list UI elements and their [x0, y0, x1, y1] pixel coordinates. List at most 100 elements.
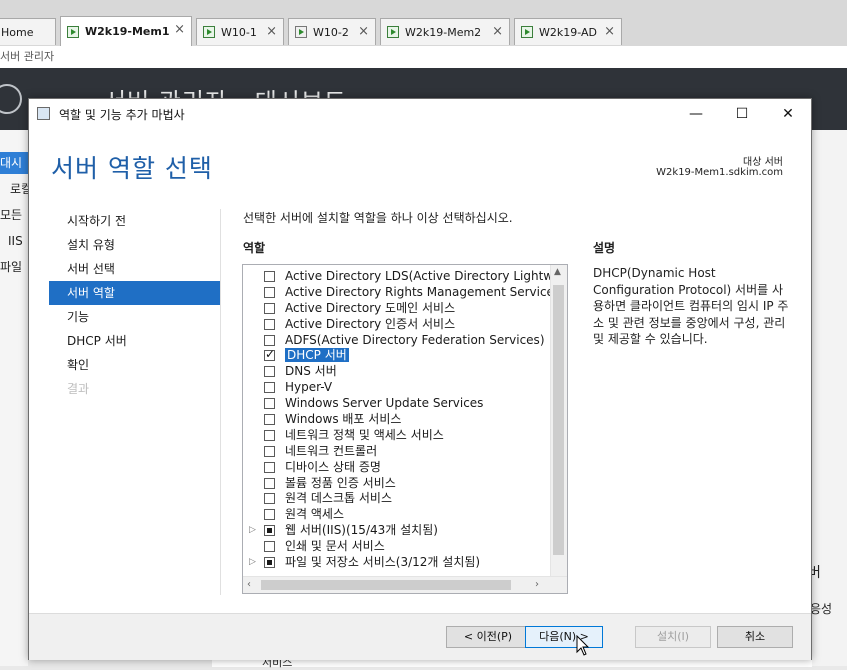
host-sidebar-label: IIS	[8, 234, 23, 248]
role-checkbox[interactable]	[264, 557, 275, 569]
step-installation-type[interactable]: 설치 유형	[49, 233, 221, 257]
scroll-thumb[interactable]	[553, 285, 564, 555]
roles-list[interactable]: Active Directory LDS(Active Directory Li…	[242, 264, 568, 594]
role-label: 네트워크 컨트롤러	[285, 443, 378, 458]
destination-server-label: 대상 서버	[743, 157, 783, 168]
role-checkbox[interactable]	[264, 414, 275, 426]
role-item[interactable]: Windows Server Update Services	[243, 396, 553, 412]
install-button: 설치(I)	[635, 626, 711, 648]
scroll-thumb[interactable]	[261, 580, 511, 590]
scroll-right-icon[interactable]: ›	[535, 579, 539, 590]
tab-label: W10-2	[313, 25, 349, 39]
host-sidebar-label: 대시	[0, 156, 23, 170]
role-item[interactable]: Active Directory LDS(Active Directory Li…	[243, 269, 553, 285]
mouse-cursor-icon	[576, 635, 590, 656]
maximize-button[interactable]: ☐	[719, 99, 765, 129]
role-checkbox[interactable]	[264, 477, 275, 489]
steps-divider	[220, 209, 221, 595]
role-item[interactable]: 인쇄 및 문서 서비스	[243, 539, 553, 555]
vm-running-icon	[521, 26, 533, 38]
previous-button[interactable]: < 이전(P)	[446, 626, 530, 648]
expand-arrow-icon[interactable]: ▷	[249, 523, 256, 539]
role-label: 원격 데스크톱 서비스	[285, 491, 392, 506]
role-item[interactable]: Windows 배포 서비스	[243, 412, 553, 428]
role-checkbox[interactable]	[264, 286, 275, 298]
role-item[interactable]: DNS 서버	[243, 364, 553, 380]
add-roles-wizard-dialog: 역할 및 기능 추가 마법사 — ☐ ✕ 서버 역할 선택 대상 서버 W2k1…	[28, 98, 812, 660]
tab-w2k19-mem2[interactable]: W2k19-Mem2 ×	[380, 18, 510, 45]
step-confirmation[interactable]: 확인	[49, 353, 221, 377]
close-icon[interactable]: ×	[358, 24, 369, 39]
cancel-button[interactable]: 취소	[717, 626, 793, 648]
horizontal-scrollbar[interactable]: ‹ ›	[243, 576, 567, 593]
host-sidebar: 대시 로컬 모든 IIS 파일	[0, 130, 32, 666]
role-checkbox[interactable]	[264, 318, 275, 330]
step-server-roles[interactable]: 서버 역할	[49, 281, 221, 305]
host-sidebar-label: 파일	[0, 260, 23, 274]
tab-w2k19-mem1[interactable]: W2k19-Mem1 ×	[60, 16, 192, 46]
role-item[interactable]: 원격 액세스	[243, 507, 553, 523]
role-checkbox[interactable]	[264, 366, 275, 378]
role-item[interactable]: 볼륨 정품 인증 서비스	[243, 476, 553, 492]
role-checkbox[interactable]	[264, 541, 275, 553]
close-icon[interactable]: ×	[174, 22, 185, 37]
close-icon[interactable]: ×	[492, 24, 503, 39]
host-sidebar-item-dashboard[interactable]: 대시	[0, 152, 28, 174]
role-checkbox[interactable]	[264, 493, 275, 505]
role-item[interactable]: 네트워크 정책 및 액세스 서비스	[243, 428, 553, 444]
tab-w2k19-ad[interactable]: W2k19-AD ×	[514, 18, 622, 45]
role-checkbox[interactable]	[264, 334, 275, 346]
step-features[interactable]: 기능	[49, 305, 221, 329]
step-server-selection[interactable]: 서버 선택	[49, 257, 221, 281]
role-checkbox[interactable]	[264, 302, 275, 314]
role-checkbox[interactable]	[264, 398, 275, 410]
role-item[interactable]: Hyper-V	[243, 380, 553, 396]
role-label: Active Directory LDS(Active Directory Li…	[285, 269, 553, 283]
expand-arrow-icon[interactable]: ▷	[249, 555, 256, 571]
next-button[interactable]: 다음(N) >	[525, 626, 603, 648]
role-checkbox[interactable]	[264, 382, 275, 394]
close-button[interactable]: ✕	[765, 99, 811, 129]
vertical-scrollbar[interactable]: ▲	[550, 265, 567, 577]
role-label: 인쇄 및 문서 서비스	[285, 539, 385, 554]
role-item[interactable]: Active Directory 인증서 서비스	[243, 317, 553, 333]
minimize-button[interactable]: —	[673, 99, 719, 129]
role-item[interactable]: Active Directory 도메인 서비스	[243, 301, 553, 317]
role-checkbox[interactable]	[264, 461, 275, 473]
role-item[interactable]: 네트워크 컨트롤러	[243, 444, 553, 460]
step-before-you-begin[interactable]: 시작하기 전	[49, 209, 221, 233]
role-checkbox[interactable]	[264, 525, 275, 537]
wizard-steps: 시작하기 전 설치 유형 서버 선택 서버 역할 기능 DHCP 서버 확인 결…	[49, 209, 221, 401]
host-sidebar-item-all[interactable]: 모든	[0, 204, 28, 226]
role-checkbox[interactable]	[264, 348, 275, 363]
role-label: 볼륨 정품 인증 서비스	[285, 475, 396, 490]
role-checkbox[interactable]	[264, 445, 275, 457]
tab-w10-1[interactable]: W10-1 ×	[196, 18, 284, 45]
step-dhcp-server[interactable]: DHCP 서버	[49, 329, 221, 353]
role-checkbox[interactable]	[264, 429, 275, 441]
role-label: DNS 서버	[285, 364, 337, 379]
role-item[interactable]: ▷ 웹 서버(IIS)(15/43개 설치됨)	[243, 523, 553, 539]
role-item[interactable]: DHCP 서버	[243, 348, 553, 364]
roles-list-items: Active Directory LDS(Active Directory Li…	[243, 269, 553, 571]
scroll-left-icon[interactable]: ‹	[247, 579, 251, 590]
tab-w10-2[interactable]: W10-2 ×	[288, 18, 376, 45]
host-sidebar-item-files[interactable]: 파일	[0, 256, 28, 278]
role-checkbox[interactable]	[264, 509, 275, 521]
tab-home[interactable]: Home	[0, 18, 56, 45]
close-icon[interactable]: ×	[266, 24, 277, 39]
role-item[interactable]: 원격 데스크톱 서비스	[243, 491, 553, 507]
back-arrow-icon[interactable]	[0, 84, 22, 114]
role-item[interactable]: ADFS(Active Directory Federation Service…	[243, 333, 553, 349]
role-label: Active Directory 도메인 서비스	[285, 300, 456, 315]
role-item[interactable]: 디바이스 상태 증명	[243, 460, 553, 476]
instruction-text: 선택한 서버에 설치할 역할을 하나 이상 선택하십시오.	[243, 211, 513, 225]
description-header: 설명	[593, 241, 616, 255]
scroll-up-icon[interactable]: ▲	[554, 267, 561, 277]
role-item[interactable]: Active Directory Rights Management Servi…	[243, 285, 553, 301]
role-item[interactable]: ▷ 파일 및 저장소 서비스(3/12개 설치됨)	[243, 555, 553, 571]
role-label: 디바이스 상태 증명	[285, 459, 381, 474]
host-right-text: 응성	[810, 602, 833, 616]
role-checkbox[interactable]	[264, 271, 275, 282]
close-icon[interactable]: ×	[604, 24, 615, 39]
